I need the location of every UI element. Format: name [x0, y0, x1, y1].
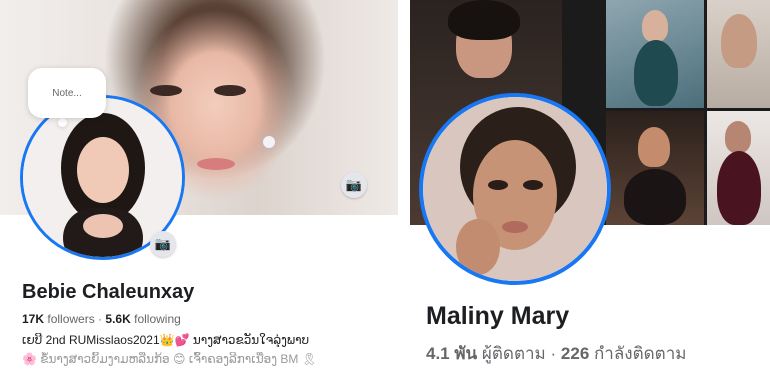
cover-earring	[263, 136, 275, 148]
right-profile-panel: Maliny Mary 4.1 พัน ผู้ติดตาม · 226 กำลั…	[410, 0, 770, 371]
camera-icon: 📷	[154, 236, 172, 251]
follow-stats: 17K followers · 5.6K following	[22, 312, 181, 326]
profile-picture[interactable]	[419, 93, 611, 285]
profile-camera-button[interactable]: 📷	[150, 231, 176, 257]
panel-divider	[398, 0, 410, 371]
note-bubble-tail	[58, 118, 67, 127]
followers-count[interactable]: 17K	[22, 312, 44, 326]
camera-icon: 📷	[345, 177, 363, 192]
collage-photo-5	[707, 111, 770, 225]
cover-lips	[197, 158, 235, 170]
collage-photo-3	[707, 0, 770, 108]
cover-eye-right	[214, 85, 246, 96]
profile-photo	[423, 97, 607, 281]
collage-photo-2	[606, 0, 704, 108]
profile-name[interactable]: Maliny Mary	[426, 302, 569, 331]
note-placeholder: Note...	[52, 87, 82, 99]
following-count[interactable]: 226	[561, 344, 589, 363]
following-label[interactable]: กำลังติดตาม	[594, 344, 686, 363]
profile-name[interactable]: Bebie Chaleunxay	[22, 281, 194, 304]
stats-separator: ·	[98, 312, 103, 326]
followers-label[interactable]: ผู้ติดตาม	[482, 344, 546, 363]
cover-camera-button[interactable]: 📷	[341, 172, 367, 198]
bio-line-1: ເຍບີ 2nd RUMisslaos2021👑💕 ນາງສາວຂວັນໃຈລຸ…	[22, 333, 310, 347]
left-profile-panel: 📷 Note... 📷 Bebie Chaleunxay 17K followe…	[0, 0, 398, 371]
note-bubble[interactable]: Note...	[28, 68, 106, 118]
followers-label[interactable]: followers	[47, 312, 94, 326]
collage-photo-4	[606, 111, 704, 225]
following-label[interactable]: following	[134, 312, 181, 326]
bio-line-2: 🌸 ຂໍ້ນາງສາວຍິ້ມງາມ​ຫລືນ​ກ້ອ 😊 ເຈົ້າຄອງລີ…	[22, 352, 317, 366]
stats-separator: ·	[550, 344, 557, 363]
cover-eye-left	[150, 85, 182, 96]
follow-stats: 4.1 พัน ผู้ติดตาม · 226 กำลังติดตาม	[426, 340, 686, 367]
following-count[interactable]: 5.6K	[105, 312, 130, 326]
followers-count[interactable]: 4.1 พัน	[426, 344, 477, 363]
